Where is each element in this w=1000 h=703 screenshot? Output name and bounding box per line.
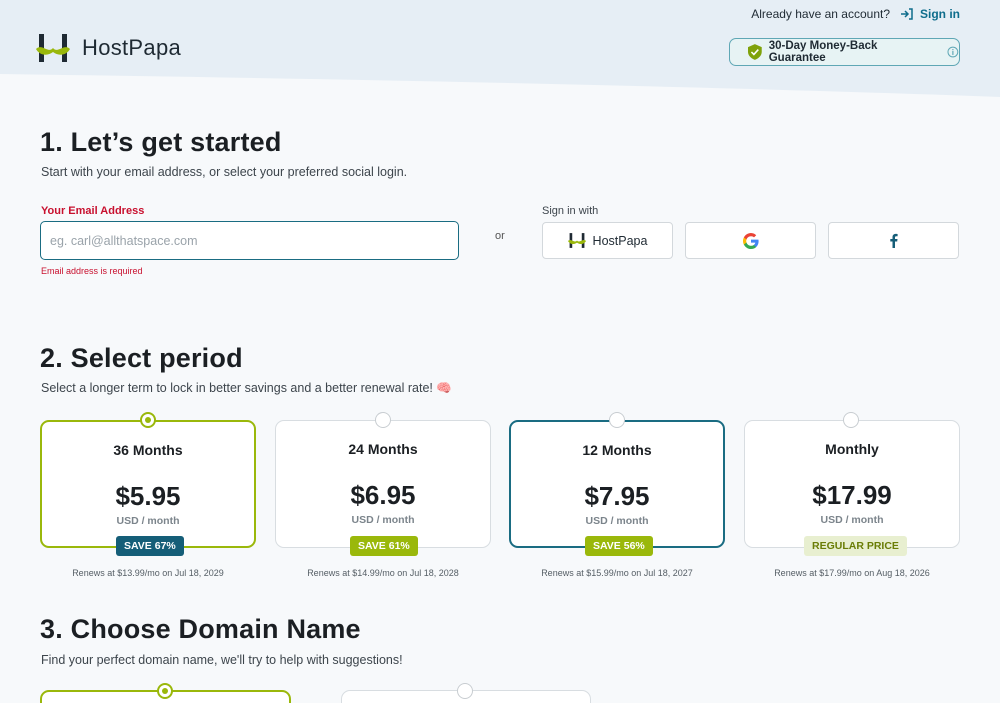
plan-card-24-months[interactable]: 24 Months $6.95 USD / month: [275, 420, 491, 548]
plan-card-12-months[interactable]: 12 Months $7.95 USD / month: [509, 420, 725, 548]
signin-with-label: Sign in with: [542, 205, 599, 217]
signin-label: Sign in: [920, 7, 960, 21]
plan-unit: USD / month: [585, 515, 649, 527]
money-back-guarantee-badge[interactable]: 30-Day Money-Back Guarantee: [729, 38, 960, 66]
domain-option-radio[interactable]: [157, 683, 173, 699]
plan-unit: USD / month: [351, 514, 415, 526]
facebook-login-button[interactable]: [828, 222, 959, 259]
savings-badge: SAVE 67%: [116, 536, 184, 556]
shield-check-icon: [748, 44, 762, 60]
step3-subtitle: Find your perfect domain name, we'll try…: [41, 653, 403, 667]
step1-title: 1. Let’s get started: [40, 127, 282, 157]
email-input[interactable]: [40, 221, 459, 260]
step1-subtitle: Start with your email address, or select…: [41, 165, 408, 179]
plan-card-36-months[interactable]: 36 Months $5.95 USD / month: [40, 420, 256, 548]
account-prompt: Already have an account?: [751, 7, 890, 21]
account-bar: Already have an account? Sign in: [751, 7, 960, 21]
signin-icon: [901, 8, 913, 20]
plan-price: $6.95: [350, 480, 416, 510]
plan-term: 24 Months: [348, 441, 418, 457]
guarantee-label: 30-Day Money-Back Guarantee: [768, 40, 878, 64]
renewal-text: Renews at $13.99/mo on Jul 18, 2029: [72, 568, 224, 578]
plan-radio-36-months[interactable]: [140, 412, 156, 428]
plan-unit: USD / month: [820, 514, 884, 526]
plan-price: $17.99: [812, 480, 892, 510]
plan-price: $7.95: [584, 481, 650, 511]
signin-link[interactable]: Sign in: [900, 7, 960, 21]
or-separator: or: [495, 230, 505, 242]
plan-unit: USD / month: [116, 515, 180, 527]
regular-price-badge: REGULAR PRICE: [804, 536, 907, 556]
info-icon[interactable]: [947, 46, 959, 58]
email-label: Your Email Address: [41, 205, 145, 217]
hostpapa-logo[interactable]: HostPapa: [36, 34, 181, 62]
domain-option-radio[interactable]: [457, 683, 473, 699]
step2-title: 2. Select period: [40, 343, 243, 373]
step3-title: 3. Choose Domain Name: [40, 614, 361, 644]
plan-radio-24-months[interactable]: [375, 412, 391, 428]
plan-term: 12 Months: [582, 442, 652, 458]
hostpapa-login-label: HostPapa: [592, 233, 648, 248]
plan-radio-monthly[interactable]: [843, 412, 859, 428]
hostpapa-login-button[interactable]: HostPapa: [542, 222, 673, 259]
step2-subtitle: Select a longer term to lock in better s…: [41, 381, 452, 395]
google-login-button[interactable]: [685, 222, 816, 259]
logo-text: HostPapa: [82, 35, 182, 60]
renewal-text: Renews at $15.99/mo on Jul 18, 2027: [541, 568, 693, 578]
google-icon: [742, 232, 759, 249]
hostpapa-mustache-icon: [36, 34, 70, 62]
email-error: Email address is required: [41, 266, 143, 276]
savings-badge: SAVE 56%: [585, 536, 653, 556]
renewal-text: Renews at $14.99/mo on Jul 18, 2028: [307, 568, 459, 578]
plan-price: $5.95: [115, 481, 181, 511]
plan-term: Monthly: [825, 441, 879, 457]
renewal-text: Renews at $17.99/mo on Aug 18, 2026: [774, 568, 930, 578]
facebook-icon: [890, 233, 898, 248]
plan-radio-12-months[interactable]: [609, 412, 625, 428]
hostpapa-mustache-icon: [567, 233, 586, 248]
savings-badge: SAVE 61%: [350, 536, 418, 556]
plan-term: 36 Months: [113, 442, 183, 458]
plan-card-monthly[interactable]: Monthly $17.99 USD / month: [744, 420, 960, 548]
